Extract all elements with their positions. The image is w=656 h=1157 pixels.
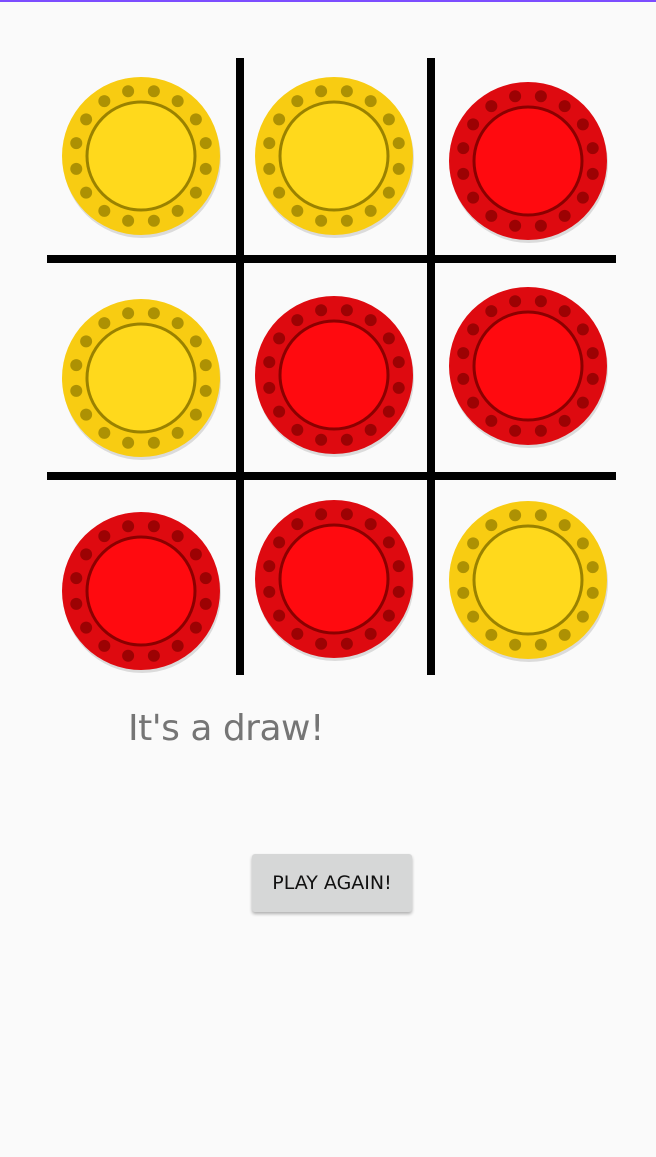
yellow-chip-icon — [255, 77, 414, 238]
play-again-button[interactable]: PLAY AGAIN! — [252, 854, 412, 912]
red-chip-icon — [449, 82, 608, 243]
grid-line-horizontal — [47, 472, 616, 480]
yellow-chip-icon — [62, 299, 221, 460]
game-status-text: It's a draw! — [128, 708, 324, 749]
red-chip-icon — [255, 500, 414, 661]
red-chip-icon — [255, 296, 414, 457]
red-chip-icon — [449, 287, 608, 448]
yellow-chip-icon — [449, 501, 608, 662]
game-board — [0, 0, 656, 700]
yellow-chip-icon — [62, 77, 221, 238]
red-chip-icon — [62, 512, 221, 673]
